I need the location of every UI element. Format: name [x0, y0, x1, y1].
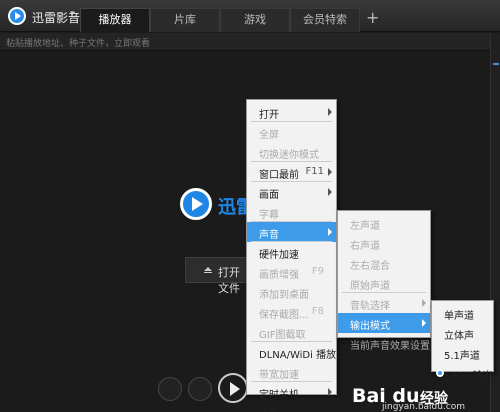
context-menu-item[interactable]: 设置... — [247, 402, 336, 412]
context-menu-item[interactable]: 定时关机 — [247, 382, 336, 402]
shortcut-label: F11 — [305, 166, 324, 177]
app-menu-caret-icon[interactable]: ▾ — [70, 9, 75, 19]
url-placeholder: 粘贴播放地址、种子文件，立即观看 — [6, 39, 151, 49]
top-bar: 迅雷影音 ▾ 播放器 片库 游戏 会员特索 + — [0, 0, 500, 32]
output-menu-item-label: 5.1声道 — [444, 351, 480, 362]
sound-menu-item-label: 音轨选择 — [350, 301, 390, 312]
app-logo-icon[interactable] — [8, 7, 26, 25]
context-menu-item: GIF图截取 — [247, 322, 336, 342]
context-menu-item[interactable]: DLNA/WiDi 播放... — [247, 342, 346, 362]
context-menu-item-label: 打开 — [259, 110, 279, 121]
sound-menu-item-label: 当前声音效果设置... — [350, 341, 440, 352]
play-icon — [230, 382, 240, 396]
strip-indicator-icon — [493, 63, 499, 65]
open-file-button[interactable]: 打开文件 — [185, 257, 247, 295]
submenu-arrow-icon — [328, 168, 332, 176]
sound-menu-item: 当前声音效果设置... — [338, 333, 440, 353]
sound-menu-item: 左声道 — [338, 213, 430, 233]
context-menu-item: 带宽加速 — [247, 362, 336, 382]
sound-menu-item-label: 左右混合 — [350, 261, 390, 272]
context-menu-item-label: 保存截图... — [259, 310, 309, 321]
sound-menu-item: 原始声道 — [338, 273, 430, 293]
submenu-arrow-icon — [422, 319, 426, 327]
output-menu-item[interactable]: 立体声 — [432, 323, 493, 343]
tab-library[interactable]: 片库 — [150, 8, 220, 32]
context-menu-item[interactable]: 画面 — [247, 182, 336, 202]
sound-menu-item: 音轨选择 — [338, 293, 430, 313]
context-menu-item-label: 窗口最前 — [259, 170, 299, 181]
output-menu-item-label: 立体声 — [444, 331, 474, 342]
context-menu-item-label: 声音 — [259, 230, 279, 241]
submenu-arrow-icon — [328, 388, 332, 396]
url-bar[interactable]: 粘贴播放地址、种子文件，立即观看 — [0, 33, 490, 51]
shortcut-label: F8 — [311, 306, 324, 317]
context-menu-item-label: 切换迷你模式 — [259, 150, 319, 161]
add-tab-button[interactable]: + — [366, 8, 379, 27]
context-menu-item-label: 字幕 — [259, 210, 279, 221]
submenu-arrow-icon — [328, 228, 332, 236]
submenu-arrow-icon — [328, 188, 332, 196]
open-file-label: 打开文件 — [218, 266, 240, 295]
output-menu-item[interactable]: SPDIF输出 — [432, 363, 493, 383]
sound-menu-item-label: 原始声道 — [350, 281, 390, 292]
play-button[interactable] — [218, 373, 248, 403]
context-menu-item[interactable]: 声音 — [247, 222, 336, 242]
previous-button[interactable] — [188, 377, 212, 401]
output-menu-item-label: SPDIF输出 — [444, 371, 493, 382]
context-menu-item-label: 添加到桌面 — [259, 290, 309, 301]
output-menu-item[interactable]: 5.1声道 — [432, 343, 493, 363]
context-menu-item-label: 设置... — [259, 406, 289, 412]
submenu-arrow-icon — [422, 299, 426, 307]
sound-menu-item: 左右混合 — [338, 253, 430, 273]
radio-selected-icon — [436, 369, 444, 377]
context-menu-item: 切换迷你模式 — [247, 142, 336, 162]
context-menu-item: 保存截图... F8 — [247, 302, 336, 322]
sound-menu-item[interactable]: 输出模式 — [338, 313, 430, 333]
context-menu-item-label: GIF图截取 — [259, 330, 306, 341]
context-menu-item: 字幕 — [247, 202, 336, 222]
sound-submenu: 左声道右声道左右混合原始声道音轨选择输出模式当前声音效果设置... — [337, 210, 440, 352]
brand-logo-icon — [180, 188, 212, 220]
context-menu-item[interactable]: 打开 — [247, 102, 336, 122]
context-menu-item[interactable]: 硬件加速 — [247, 242, 336, 262]
output-menu-item-label: 单声道 — [444, 311, 474, 322]
context-menu-item-label: 全屏 — [259, 130, 279, 141]
context-menu-item-label: DLNA/WiDi 播放... — [259, 350, 346, 361]
sound-menu-item-label: 输出模式 — [350, 321, 390, 332]
context-menu-item-label: 硬件加速 — [259, 250, 299, 261]
tab-player[interactable]: 播放器 — [80, 8, 150, 32]
context-menu-item-label: 定时关机 — [259, 390, 299, 401]
context-menu-item-label: 画面 — [259, 190, 279, 201]
watermark-url: jingyan.baidu.com — [382, 402, 466, 412]
sound-menu-item-label: 右声道 — [350, 241, 380, 252]
context-menu-item-label: 画质增强 — [259, 270, 299, 281]
output-menu-item[interactable]: 单声道 — [432, 303, 493, 323]
eject-icon — [204, 267, 212, 273]
context-menu-item: 全屏 — [247, 122, 336, 142]
tab-games[interactable]: 游戏 — [220, 8, 290, 32]
submenu-arrow-icon — [328, 108, 332, 116]
context-menu-item: 添加到桌面 — [247, 282, 336, 302]
context-menu-item[interactable]: 窗口最前 F11 — [247, 162, 336, 182]
sound-menu-item: 右声道 — [338, 233, 430, 253]
stop-button[interactable] — [158, 377, 182, 401]
context-menu: 打开 全屏 切换迷你模式 窗口最前 F11 画面 字幕 声音 硬件加速 画质增强 F9 添加到桌面 保存… — [246, 99, 346, 412]
shortcut-label: F9 — [311, 266, 324, 277]
sound-menu-item-label: 左声道 — [350, 221, 380, 232]
context-menu-item: 画质增强 F9 — [247, 262, 336, 282]
tab-vip[interactable]: 会员特索 — [290, 8, 360, 32]
output-mode-submenu: 单声道立体声 5.1声道 SPDIF输出 — [431, 300, 494, 382]
context-menu-item-label: 带宽加速 — [259, 370, 299, 381]
